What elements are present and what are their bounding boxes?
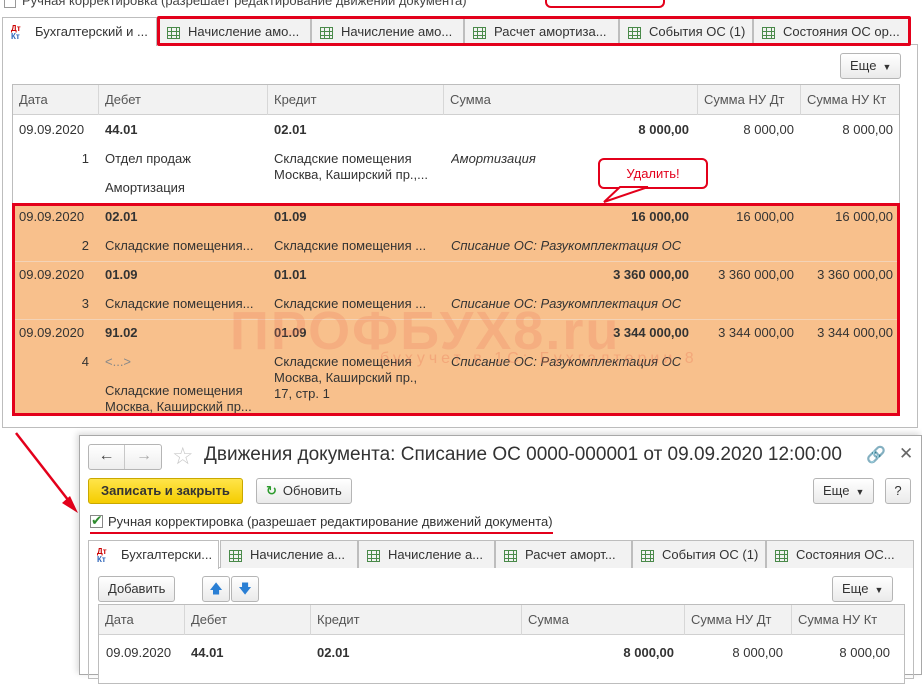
col-nu-kt[interactable]: Сумма НУ Кт <box>792 605 904 635</box>
more-button-label: Еще <box>842 581 869 596</box>
cell-debit: 44.01 <box>191 645 224 660</box>
forward-button[interactable]: → <box>126 445 162 469</box>
col-date[interactable]: Дата <box>99 605 185 635</box>
arrow-head <box>62 496 78 513</box>
more-button-label: Еще <box>823 483 850 498</box>
more-button[interactable]: Еще ▼ <box>813 478 875 504</box>
grid-icon <box>229 549 242 562</box>
refresh-icon: ↻ <box>266 483 277 498</box>
arrow-up-icon: 🡅 <box>209 581 223 596</box>
delete-callout: Удалить! <box>598 158 708 189</box>
tab-os-states[interactable]: Состояния ОС... <box>766 540 914 568</box>
col-amount[interactable]: Сумма <box>444 85 698 115</box>
tab-depreciation-1[interactable]: Начисление а... <box>220 540 358 568</box>
tab-depreciation-calc[interactable]: Расчет аморт... <box>495 540 632 568</box>
tabs-callout-pointer <box>545 0 665 8</box>
cell-debit-sub: Отдел продаж <box>105 151 191 166</box>
cell-amount-note: Амортизация <box>451 151 536 166</box>
nav-buttons: ← → <box>88 444 162 470</box>
refresh-label: Обновить <box>282 483 342 498</box>
table-more-button[interactable]: Еще ▼ <box>832 576 894 602</box>
chevron-down-icon: ▼ <box>855 486 865 497</box>
tab-os-events[interactable]: События ОС (1) <box>632 540 766 568</box>
col-debit[interactable]: Дебет <box>185 605 311 635</box>
table-header: Дата Дебет Кредит Сумма Сумма НУ Дт Сумм… <box>13 85 899 115</box>
move-down-button[interactable]: 🡇 <box>231 576 259 602</box>
entries-table: Дата Дебет Кредит Сумма Сумма НУ Дт Сумм… <box>98 604 905 684</box>
cell-credit-sub: Москва, Каширский пр.,... <box>274 167 428 182</box>
col-nu-kt[interactable]: Сумма НУ Кт <box>801 85 899 115</box>
close-icon[interactable]: ✕ <box>899 444 913 464</box>
dt-kt-icon: Дт Кт <box>97 546 107 564</box>
manual-correction-checkbox-top[interactable]: Ручная корректировка (разрешает редактир… <box>4 0 467 8</box>
grid-icon <box>504 549 517 562</box>
save-close-button[interactable]: Записать и закрыть <box>88 478 243 504</box>
arrow-line <box>15 432 73 506</box>
col-nu-dt[interactable]: Сумма НУ Дт <box>698 85 801 115</box>
cell-date: 09.09.2020 <box>106 645 172 660</box>
manual-correction-label: Ручная корректировка (разрешает редактир… <box>108 514 553 529</box>
movements-window: ← → ☆ Движения документа: Списание ОС 00… <box>79 435 922 684</box>
cell-nu-kt: 8 000,00 <box>842 122 893 137</box>
help-button[interactable]: ? <box>885 478 911 504</box>
checkbox-checked[interactable] <box>90 512 103 529</box>
col-credit[interactable]: Кредит <box>268 85 444 115</box>
col-date[interactable]: Дата <box>13 85 99 115</box>
tab-label: Бухгалтерски... <box>121 547 213 562</box>
cell-nu-dt: 8 000,00 <box>732 645 783 660</box>
col-debit[interactable]: Дебет <box>99 85 268 115</box>
col-credit[interactable]: Кредит <box>311 605 522 635</box>
back-button[interactable]: ← <box>89 445 125 469</box>
manual-correction-label: Ручная корректировка (разрешает редактир… <box>22 0 467 8</box>
cell-debit-sub: Амортизация <box>105 180 185 195</box>
tab-accounting[interactable]: Дт Кт Бухгалтерски... <box>88 540 219 569</box>
cell-credit-sub: Складские помещения <box>274 151 412 166</box>
window-title: Движения документа: Списание ОС 0000-000… <box>204 444 842 465</box>
col-amount[interactable]: Сумма <box>522 605 685 635</box>
tab-label: Расчет аморт... <box>525 547 616 562</box>
cell-nu-kt: 8 000,00 <box>839 645 890 660</box>
checkbox-box[interactable] <box>4 0 16 8</box>
tab-label: События ОС (1) <box>662 547 759 562</box>
cell-date: 09.09.2020 <box>19 122 85 137</box>
tab-accounting[interactable]: Дт Кт Бухгалтерский и ... <box>2 17 157 46</box>
dt-kt-icon: Дт Кт <box>11 23 21 41</box>
more-button-label: Еще <box>850 58 877 73</box>
arrow-down-icon: 🡇 <box>238 581 252 596</box>
grid-icon <box>641 549 654 562</box>
add-button[interactable]: Добавить <box>98 576 176 602</box>
checkbox-underline <box>90 532 553 534</box>
tab-label: Бухгалтерский и ... <box>35 24 148 39</box>
tabs-highlight-frame <box>157 16 911 46</box>
cell-credit: 02.01 <box>317 645 350 660</box>
chevron-down-icon: ▼ <box>882 61 892 72</box>
tab-depreciation-2[interactable]: Начисление а... <box>358 540 495 568</box>
tab-label: Состояния ОС... <box>796 547 895 562</box>
tab-label: Начисление а... <box>250 547 346 562</box>
cell-debit: 44.01 <box>105 122 138 137</box>
top-window: Ручная корректировка (разрешает редактир… <box>0 0 922 430</box>
tab-label: Начисление а... <box>388 547 484 562</box>
cell-amount: 8 000,00 <box>638 122 689 137</box>
cell-credit: 02.01 <box>274 122 307 137</box>
refresh-button[interactable]: ↻ Обновить <box>256 478 352 504</box>
col-nu-dt[interactable]: Сумма НУ Дт <box>685 605 792 635</box>
table-header: Дата Дебет Кредит Сумма Сумма НУ Дт Сумм… <box>99 605 904 635</box>
grid-icon <box>775 549 788 562</box>
grid-icon <box>367 549 380 562</box>
more-button[interactable]: Еще ▼ <box>840 53 902 79</box>
manual-correction-checkbox[interactable]: Ручная корректировка (разрешает редактир… <box>90 512 553 529</box>
cell-amount: 8 000,00 <box>623 645 674 660</box>
favorite-star-icon[interactable]: ☆ <box>172 442 194 471</box>
chevron-down-icon: ▼ <box>874 584 884 595</box>
cell-num: 1 <box>81 151 89 166</box>
cell-nu-dt: 8 000,00 <box>743 122 794 137</box>
link-icon[interactable]: 🔗 <box>866 445 886 465</box>
move-up-button[interactable]: 🡅 <box>202 576 230 602</box>
tabs-bar: Дт Кт Бухгалтерски... Начисление а... Начи… <box>88 540 914 569</box>
rows-highlight-frame <box>12 203 900 416</box>
